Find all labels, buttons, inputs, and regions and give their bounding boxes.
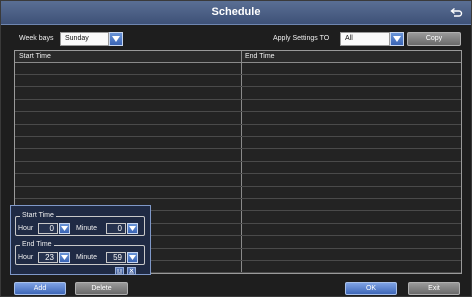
end-time-group: End Time Hour 23 Minute 59 bbox=[15, 241, 145, 265]
table-row[interactable] bbox=[15, 137, 461, 150]
start-minute-label: Minute bbox=[76, 225, 98, 232]
apply-settings-label: Apply Settings TO bbox=[273, 35, 330, 42]
table-row[interactable] bbox=[15, 175, 461, 187]
table-row[interactable] bbox=[15, 125, 461, 137]
table-row[interactable] bbox=[15, 187, 461, 199]
apply-settings-dropdown-arrow-icon[interactable] bbox=[390, 32, 404, 46]
table-row[interactable] bbox=[15, 150, 461, 162]
delete-button[interactable]: Delete bbox=[75, 282, 128, 295]
end-minute-dropdown-icon[interactable] bbox=[127, 252, 138, 263]
start-time-group: Start Time Hour 0 Minute 0 bbox=[15, 212, 145, 236]
table-row[interactable] bbox=[15, 88, 461, 100]
start-time-legend: Start Time bbox=[20, 212, 56, 219]
time-editor-panel: Start Time Hour 0 Minute 0 End Time Hour… bbox=[10, 205, 151, 275]
back-icon[interactable] bbox=[449, 6, 463, 20]
end-hour-dropdown-icon[interactable] bbox=[59, 252, 70, 263]
table-row[interactable] bbox=[15, 63, 461, 75]
start-minute-dropdown-icon[interactable] bbox=[127, 223, 138, 234]
start-minute-field[interactable]: 0 bbox=[106, 223, 126, 234]
end-minute-field[interactable]: 59 bbox=[106, 252, 126, 263]
schedule-window: Schedule Week bays Sunday Apply Settings… bbox=[0, 0, 472, 297]
apply-icon[interactable] bbox=[115, 267, 124, 275]
start-hour-dropdown-icon[interactable] bbox=[59, 223, 70, 234]
end-minute-label: Minute bbox=[76, 254, 98, 261]
start-hour-label: Hour bbox=[18, 225, 34, 232]
ok-button[interactable]: OK bbox=[345, 282, 397, 295]
apply-settings-select[interactable]: All bbox=[340, 32, 390, 46]
copy-button[interactable]: Copy bbox=[407, 32, 461, 46]
table-row[interactable] bbox=[15, 75, 461, 88]
start-hour-field[interactable]: 0 bbox=[38, 223, 58, 234]
end-time-legend: End Time bbox=[20, 241, 54, 248]
window-title: Schedule bbox=[211, 6, 261, 18]
end-hour-field[interactable]: 23 bbox=[38, 252, 58, 263]
add-button[interactable]: Add bbox=[14, 282, 66, 295]
table-row[interactable] bbox=[15, 113, 461, 125]
weekdays-label: Week bays bbox=[19, 35, 54, 42]
table-header: Start Time End Time bbox=[15, 51, 461, 63]
cancel-icon[interactable] bbox=[127, 267, 136, 275]
end-hour-label: Hour bbox=[18, 254, 34, 261]
table-row[interactable] bbox=[15, 100, 461, 113]
weekdays-select[interactable]: Sunday bbox=[60, 32, 109, 46]
table-row[interactable] bbox=[15, 162, 461, 175]
end-time-column-header: End Time bbox=[245, 53, 275, 60]
start-time-column-header: Start Time bbox=[19, 53, 51, 60]
exit-button[interactable]: Exit bbox=[408, 282, 460, 295]
weekdays-dropdown-arrow-icon[interactable] bbox=[109, 32, 123, 46]
title-bar: Schedule bbox=[1, 1, 471, 25]
